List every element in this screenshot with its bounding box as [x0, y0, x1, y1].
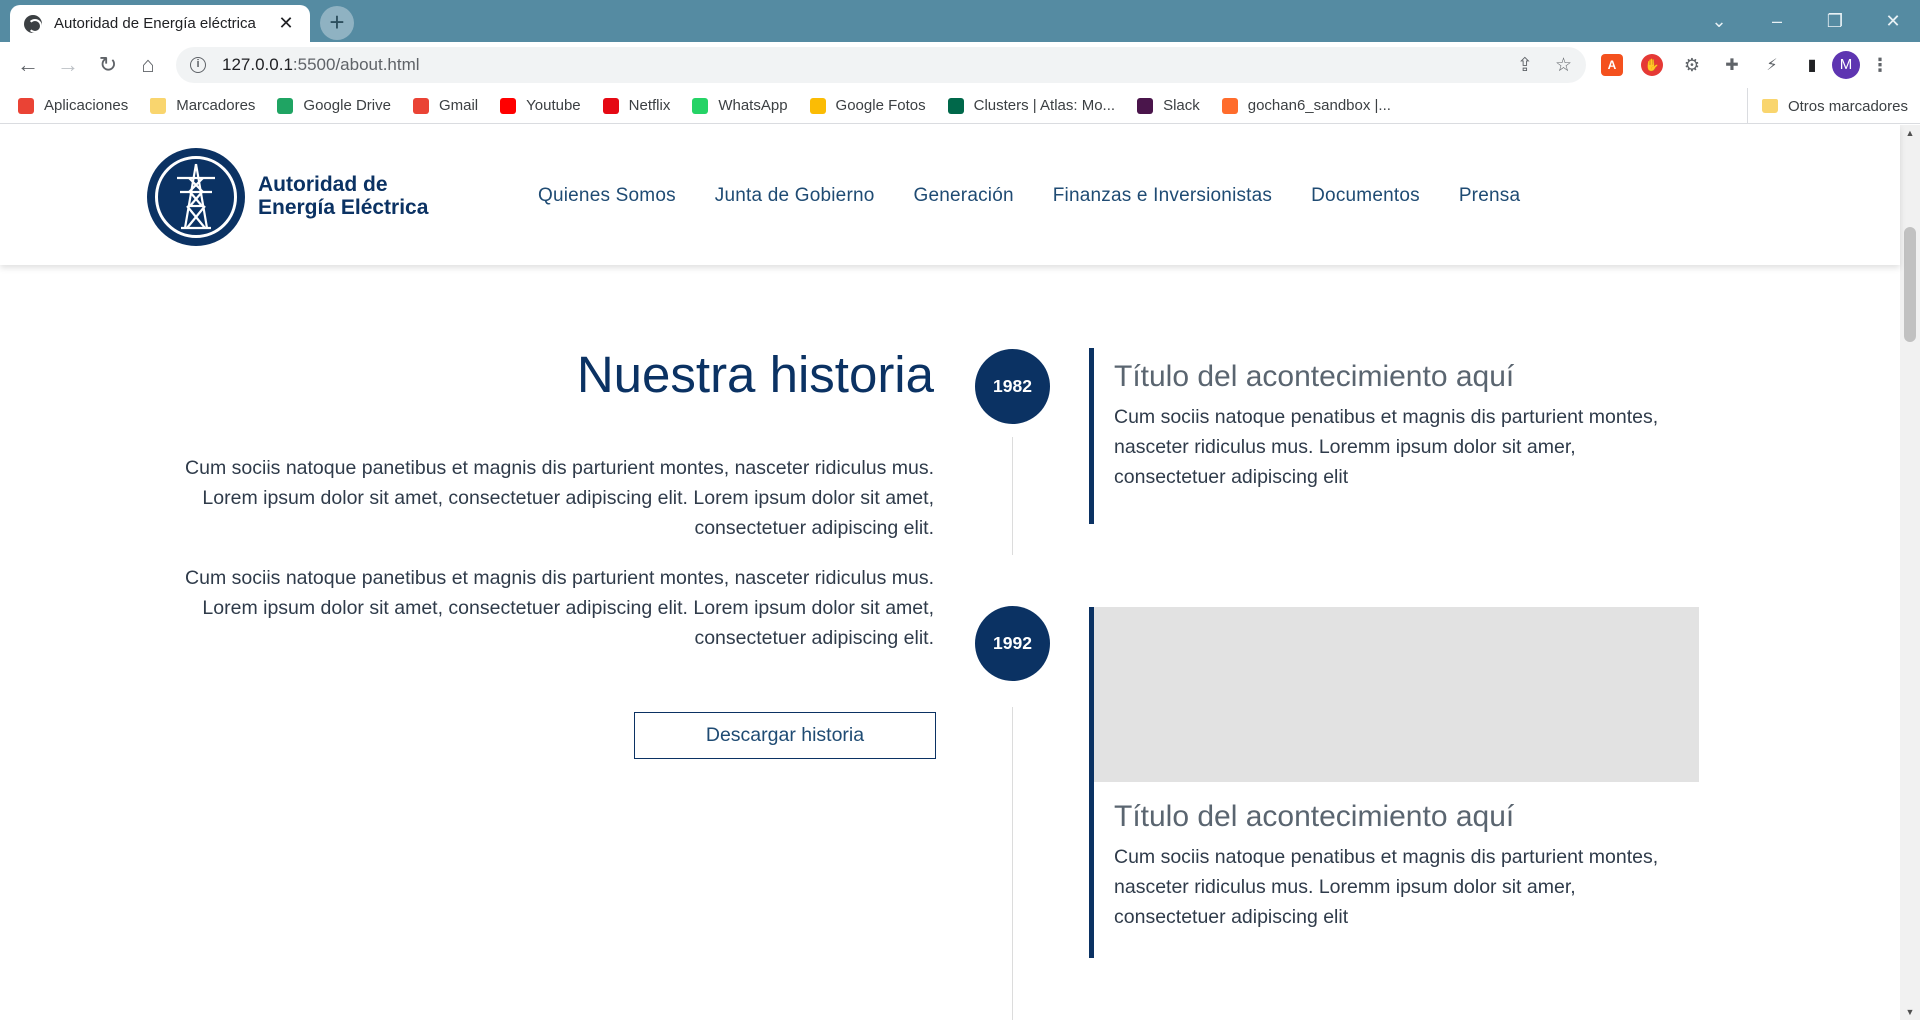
download-history-button[interactable]: Descargar historia	[634, 712, 936, 759]
forward-icon[interactable]: →	[48, 52, 88, 78]
scroll-down-arrow-icon[interactable]: ▼	[1900, 1004, 1920, 1020]
side-panel-icon[interactable]: ▮	[1801, 54, 1823, 76]
bookmark-item[interactable]: gochan6_sandbox |...	[1221, 97, 1391, 114]
bookmark-label: Google Fotos	[835, 97, 926, 114]
bookmark-star-icon[interactable]: ☆	[1555, 54, 1572, 77]
browser-toolbar: ← → ↻ ⌂ i 127.0.0.1 :5500/about.html ⇪ ☆…	[0, 42, 1920, 88]
site-header: Autoridad de Energía Eléctrica Quienes S…	[0, 125, 1900, 265]
bookmark-item[interactable]: Slack	[1137, 97, 1200, 114]
whatsapp-icon	[692, 97, 709, 114]
bookmark-label: Clusters | Atlas: Mo...	[973, 97, 1116, 114]
close-tab-icon[interactable]: ✕	[276, 13, 296, 34]
timeline-line	[1012, 707, 1013, 1020]
event-image-placeholder	[1094, 607, 1699, 782]
settings-extension-icon[interactable]: ⚙	[1681, 54, 1703, 76]
menu-kebab-icon[interactable]: ⋮	[1869, 54, 1891, 76]
folder-icon	[1761, 99, 1778, 113]
nav-generacion[interactable]: Generación	[914, 185, 1014, 207]
page-viewport: Autoridad de Energía Eléctrica Quienes S…	[0, 125, 1920, 1020]
address-bar[interactable]: i 127.0.0.1 :5500/about.html ⇪ ☆	[176, 47, 1586, 83]
bookmark-item[interactable]: Google Drive	[277, 97, 391, 114]
share-icon[interactable]: ⇪	[1517, 54, 1533, 77]
slack-icon	[1137, 97, 1154, 114]
youtube-icon	[500, 97, 517, 114]
apps-grid-icon	[18, 97, 34, 114]
globe-icon	[24, 14, 42, 33]
timeline-event: Título del acontecimiento aquí Cum socii…	[1089, 348, 1674, 524]
bookmark-label: Slack	[1163, 97, 1200, 114]
nav-quienes-somos[interactable]: Quienes Somos	[538, 185, 676, 207]
mongodb-icon	[947, 97, 964, 114]
history-title: Nuestra historia	[576, 346, 934, 403]
bookmark-label: WhatsApp	[718, 97, 788, 114]
browser-tab[interactable]: Autoridad de Energía eléctrica ✕	[10, 5, 310, 42]
site-info-icon[interactable]: i	[190, 57, 206, 73]
nav-documentos[interactable]: Documentos	[1311, 185, 1420, 207]
home-icon[interactable]: ⌂	[128, 52, 168, 78]
scrollbar-thumb[interactable]	[1904, 227, 1916, 342]
extensions-puzzle-icon[interactable]: ✚	[1721, 54, 1743, 76]
timeline-event: Título del acontecimiento aquí Cum socii…	[1089, 607, 1699, 958]
timeline-year-badge: 1992	[975, 606, 1050, 681]
event-title: Título del acontecimiento aquí	[1114, 360, 1515, 393]
event-text: Cum sociis natoque penatibus et magnis d…	[1114, 406, 1659, 488]
tab-strip: Autoridad de Energía eléctrica ✕ + ⌄ – ❐…	[0, 0, 1920, 42]
bookmark-item[interactable]: Clusters | Atlas: Mo...	[947, 97, 1116, 114]
url-path: :5500/about.html	[292, 55, 420, 74]
bookmark-label: gochan6_sandbox |...	[1247, 97, 1391, 114]
other-bookmarks[interactable]: Otros marcadores	[1746, 88, 1908, 124]
minimize-icon[interactable]: –	[1748, 11, 1806, 32]
gmail-icon	[412, 97, 429, 114]
bookmark-item[interactable]: Netflix	[602, 97, 671, 114]
bookmark-label: Netflix	[628, 97, 671, 114]
nav-junta-de-gobierno[interactable]: Junta de Gobierno	[715, 185, 875, 207]
folder-icon	[150, 97, 167, 114]
window-close-icon[interactable]: ✕	[1864, 11, 1920, 32]
brand-name[interactable]: Autoridad de Energía Eléctrica	[258, 173, 428, 219]
bookmark-item[interactable]: Aplicaciones	[18, 97, 128, 114]
tab-search-icon[interactable]: ⌄	[1690, 11, 1748, 32]
google-drive-icon	[277, 97, 294, 114]
bookmark-item[interactable]: Marcadores	[150, 97, 255, 114]
google-photos-icon	[809, 97, 826, 114]
adblock-extension-icon[interactable]: ✋	[1641, 54, 1663, 76]
aee-logo[interactable]	[147, 148, 245, 246]
timeline-year-badge: 1982	[975, 349, 1050, 424]
main-nav: Quienes Somos Junta de Gobierno Generaci…	[538, 185, 1520, 207]
nav-finanzas[interactable]: Finanzas e Inversionistas	[1053, 185, 1272, 207]
event-text: Cum sociis natoque penatibus et magnis d…	[1114, 846, 1659, 928]
translate-extension-icon[interactable]: A	[1601, 54, 1623, 76]
scroll-up-arrow-icon[interactable]: ▲	[1900, 125, 1920, 141]
bookmark-item[interactable]: Gmail	[412, 97, 479, 114]
bookmark-item[interactable]: Google Fotos	[809, 97, 926, 114]
event-title: Título del acontecimiento aquí	[1114, 800, 1515, 833]
timeline-line	[1012, 437, 1013, 555]
bookmark-label: Aplicaciones	[44, 97, 129, 114]
bookmark-label: Gmail	[438, 97, 479, 114]
url-host: 127.0.0.1	[222, 55, 293, 74]
brand-line-2: Energía Eléctrica	[258, 196, 429, 219]
brand-line-1: Autoridad de	[258, 173, 388, 196]
netflix-icon	[602, 97, 619, 114]
bookmark-item[interactable]: Youtube	[500, 97, 581, 114]
bookmark-label: Google Drive	[303, 97, 391, 114]
back-icon[interactable]: ←	[8, 52, 48, 78]
bookmark-label: Youtube	[526, 97, 581, 114]
performance-icon[interactable]: ⚡	[1761, 54, 1783, 76]
history-paragraph-1: Cum sociis natoque panetibus et magnis d…	[185, 457, 934, 539]
page-scrollbar[interactable]: ▲ ▼	[1900, 125, 1920, 1020]
profile-avatar[interactable]: M	[1832, 51, 1860, 79]
tab-title: Autoridad de Energía eléctrica	[54, 15, 256, 32]
other-bookmarks-label: Otros marcadores	[1787, 97, 1908, 115]
bookmark-label: Marcadores	[176, 97, 256, 114]
history-paragraph-2: Cum sociis natoque panetibus et magnis d…	[185, 567, 934, 649]
nav-prensa[interactable]: Prensa	[1459, 185, 1520, 207]
restore-icon[interactable]: ❐	[1806, 11, 1864, 32]
power-tower-icon	[177, 163, 215, 230]
bookmarks-bar: Aplicaciones Marcadores Google Drive Gmail Y…	[0, 88, 1920, 124]
bookmark-item[interactable]: WhatsApp	[692, 97, 788, 114]
cpanel-icon	[1221, 97, 1238, 114]
new-tab-button[interactable]: +	[320, 6, 354, 40]
reload-icon[interactable]: ↻	[88, 52, 128, 78]
